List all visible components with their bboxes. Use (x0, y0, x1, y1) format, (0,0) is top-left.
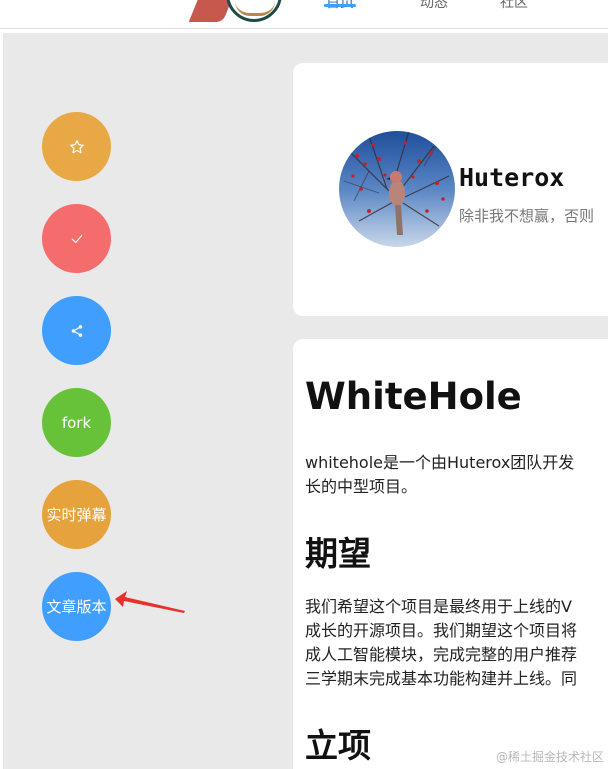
author-motto: 除非我不想赢，否则 (459, 207, 595, 225)
section-heading-project: 立项 (305, 726, 371, 765)
paragraph-line: 成人工智能模块，完成完整的用户推荐 (305, 645, 578, 664)
annotation-arrow-icon (115, 591, 185, 613)
nav-item-dynamic[interactable]: 动态 (420, 0, 448, 12)
article-paragraph-expectation: 我们希望这个项目是最终用于上线的V 成长的开源项目。我们期望这个项目将 成人工智… (305, 595, 577, 691)
top-header: 首页 动态 社区 (0, 0, 608, 29)
article-version-button[interactable]: 文章版本 (42, 572, 111, 641)
watermark-text: @稀土掘金技术社区 (495, 750, 604, 764)
page-body: fork 实时弹幕 文章版本 Huterox 除非我不想赢，否则 WhiteHo… (3, 33, 608, 769)
paragraph-line: 三学期末完成基本功能构建并上线。同 (305, 669, 578, 688)
like-button[interactable] (42, 204, 111, 273)
nav-item-community[interactable]: 社区 (500, 0, 528, 12)
section-heading-expectation: 期望 (305, 534, 371, 573)
author-avatar[interactable] (339, 131, 455, 247)
paragraph-line: whitehole是一个由Huterox团队开发 (305, 453, 575, 472)
article-title: WhiteHole (305, 375, 522, 418)
share-button[interactable] (42, 296, 111, 365)
paragraph-line: 长的中型项目。 (305, 477, 418, 496)
fork-button[interactable]: fork (42, 388, 111, 457)
site-logo[interactable] (226, 0, 282, 22)
favorite-button[interactable] (42, 112, 111, 181)
article-card: WhiteHole whitehole是一个由Huterox团队开发 长的中型项… (293, 339, 608, 769)
live-danmu-button[interactable]: 实时弹幕 (42, 480, 111, 549)
live-danmu-button-label: 实时弹幕 (46, 506, 107, 524)
author-profile-card: Huterox 除非我不想赢，否则 (293, 63, 608, 316)
paragraph-line: 我们希望这个项目是最终用于上线的V (305, 597, 572, 616)
fork-button-label: fork (61, 413, 92, 432)
share-icon (70, 324, 84, 338)
paragraph-line: 成长的开源项目。我们期望这个项目将 (305, 621, 578, 640)
author-name[interactable]: Huterox (459, 163, 564, 192)
article-paragraph-intro: whitehole是一个由Huterox团队开发 长的中型项目。 (305, 451, 574, 499)
nav-active-indicator (324, 4, 356, 7)
article-version-button-label: 文章版本 (46, 598, 107, 616)
check-icon (70, 232, 84, 246)
star-outline-icon (69, 139, 85, 155)
